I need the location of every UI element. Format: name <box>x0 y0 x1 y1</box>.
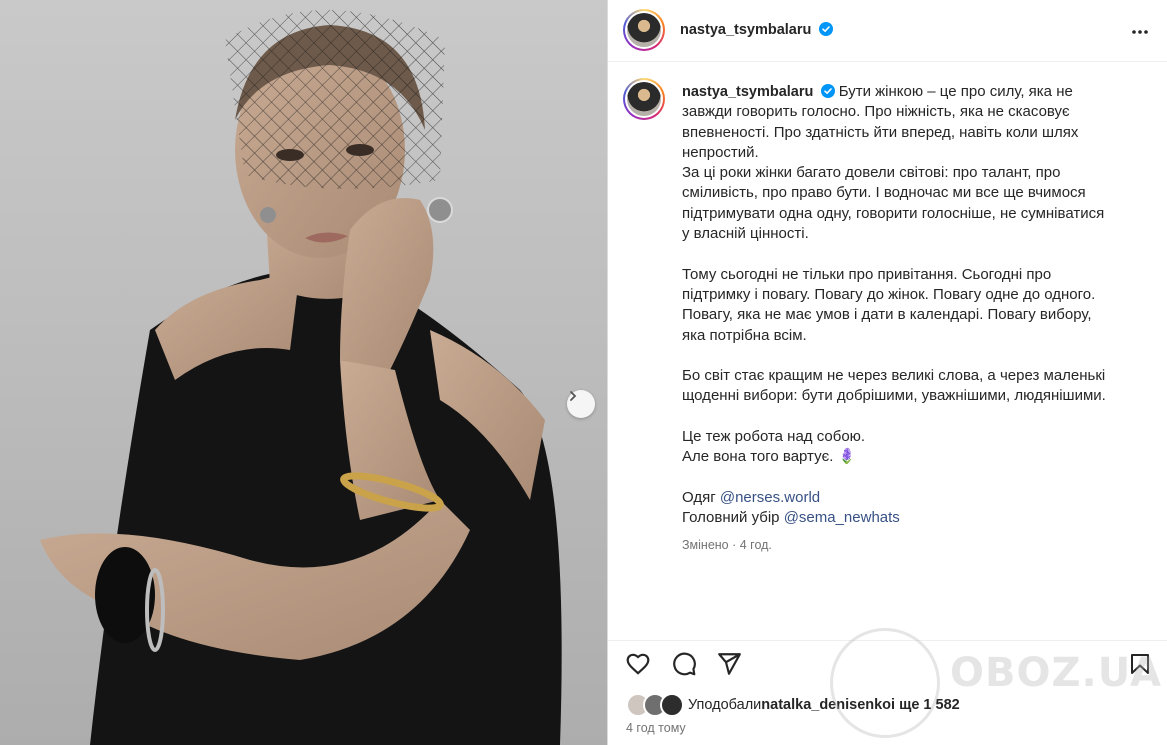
caption-line: Тому сьогодні не тільки про привітання. … <box>682 265 1052 283</box>
caption-line: непростий. <box>682 143 759 161</box>
photo-illustration <box>40 10 562 745</box>
caption-text: nastya_tsymbalaru Бути жінкою – це про с… <box>682 82 1132 529</box>
caption-line: сміливість, про право бути. І водночас м… <box>682 184 1086 202</box>
credit-clothing: Одяг @nerses.world <box>682 488 821 506</box>
caption-line: підтримку і повагу. Повагу до жінок. Пов… <box>682 285 1096 303</box>
caption-line: Але вона того вартує. 🪻 <box>682 448 857 466</box>
caption-avatar[interactable] <box>623 78 665 120</box>
heart-icon[interactable] <box>625 651 651 677</box>
credit-headwear: Головний убір @sema_newhats <box>682 509 900 527</box>
instagram-post-view: nastya_tsymbalaru nastya_tsymbalaru Бути… <box>0 0 1167 745</box>
verified-badge-icon <box>818 22 833 36</box>
caption-line: Повагу, яка не має умов і дати в календа… <box>682 306 1092 324</box>
caption-line: у власній цінності. <box>682 225 809 243</box>
watermark-text: OBOZ.UA <box>950 650 1162 696</box>
avatar[interactable] <box>623 9 665 51</box>
post-photo[interactable] <box>0 0 607 745</box>
caption-line: яка потрібна всім. <box>682 326 807 344</box>
edited-timestamp: Змінено · 4 год. <box>682 538 772 552</box>
post-time[interactable]: 4 год тому <box>626 721 686 735</box>
credit-clothing-link[interactable]: @nerses.world <box>720 489 820 506</box>
caption-username[interactable]: nastya_tsymbalaru <box>682 84 813 100</box>
verified-badge-icon <box>820 84 835 98</box>
credit-headwear-link[interactable]: @sema_newhats <box>784 509 900 526</box>
caption-line: Бо світ стає кращим не через великі слов… <box>682 367 1106 385</box>
post-header: nastya_tsymbalaru <box>608 0 1167 62</box>
likes-prefix: Уподобали <box>688 697 762 713</box>
caption-comment: nastya_tsymbalaru Бути жінкою – це про с… <box>608 62 1167 622</box>
comment-icon[interactable] <box>671 651 697 677</box>
send-icon[interactable] <box>716 651 742 677</box>
caption-line: Це теж робота над собою. <box>682 428 866 446</box>
header-user: nastya_tsymbalaru <box>680 21 833 39</box>
caption-line: Бути жінкою – це про силу, яка не <box>838 83 1073 100</box>
chevron-right-icon <box>570 391 577 401</box>
liker-avatars[interactable] <box>626 693 684 717</box>
watermark-logo <box>830 628 940 738</box>
caption-line: завжди говорить голосно. Про ніжність, я… <box>682 103 1070 121</box>
caption-line: За ці роки жінки багато довели світові: … <box>682 164 1061 182</box>
next-photo-button[interactable] <box>567 390 595 418</box>
header-username[interactable]: nastya_tsymbalaru <box>680 22 811 38</box>
caption-line: щоденні вибори: бути добрішими, уважніши… <box>682 387 1106 405</box>
caption-line: підтримувати одна одну, говорити голосні… <box>682 204 1105 222</box>
more-horizontal-icon[interactable] <box>1130 22 1150 42</box>
caption-line: впевненості. Про здатність йти вперед, н… <box>682 123 1079 141</box>
liker-avatar <box>660 693 684 717</box>
